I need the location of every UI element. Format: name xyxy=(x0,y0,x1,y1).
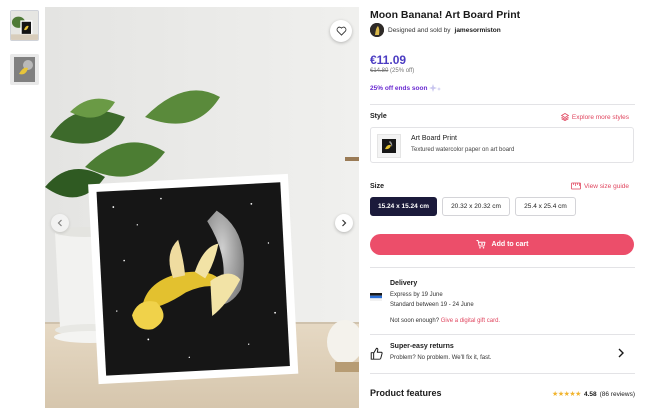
style-label: Style xyxy=(370,113,387,120)
returns-title: Super-easy returns xyxy=(390,343,454,350)
seller-prefix: Designed and sold by xyxy=(388,26,451,34)
divider xyxy=(370,267,635,268)
size-option-15[interactable]: 15.24 x 15.24 cm xyxy=(370,197,437,216)
style-thumbnail xyxy=(377,134,401,158)
delivery-title: Delivery xyxy=(390,280,418,287)
size-guide-label: View size guide xyxy=(583,182,629,190)
gift-prefix: Not soon enough? xyxy=(390,318,440,324)
style-name: Art Board Print xyxy=(411,135,457,142)
chevron-left-icon xyxy=(57,219,62,227)
divider xyxy=(370,334,635,335)
promo-text: 25% off ends soon xyxy=(370,84,428,92)
thumbnail-2-image xyxy=(10,54,39,85)
favorite-button[interactable] xyxy=(330,20,352,42)
returns-subtitle: Problem? No problem. We'll fix it, fast. xyxy=(390,355,492,361)
old-price-value: €14.80 xyxy=(370,68,389,74)
thumbnail-1[interactable] xyxy=(10,10,39,41)
divider xyxy=(370,104,635,105)
chevron-right-icon xyxy=(342,219,347,227)
discount-percentage: (25% off) xyxy=(390,68,415,74)
previous-image-button[interactable] xyxy=(51,214,69,232)
gift-card-link[interactable]: Give a digital gift card. xyxy=(441,318,500,324)
style-selector[interactable]: Art Board Print Textured watercolor pape… xyxy=(370,127,634,163)
product-photo xyxy=(45,7,359,408)
delivery-standard: Standard between 19 - 24 June xyxy=(390,302,474,308)
divider xyxy=(370,373,635,374)
size-label: Size xyxy=(370,183,385,190)
rating-summary[interactable]: ★★★★★ 4.58 (86 reviews) xyxy=(552,390,635,399)
thumbnail-1-image xyxy=(11,11,38,40)
rating-value: 4.58 xyxy=(583,390,597,398)
original-price: €14.80 (25% off) xyxy=(370,68,414,74)
next-image-button[interactable] xyxy=(335,214,353,232)
art-board-thumbnail-image xyxy=(378,135,400,157)
delivery-express: Express by 19 June xyxy=(390,292,443,298)
add-to-cart-button[interactable]: Add to cart xyxy=(370,234,634,255)
price: €11.09 xyxy=(370,53,407,67)
star-rating-icon: ★★★★★ xyxy=(552,391,581,398)
product-title: Moon Banana! Art Board Print xyxy=(370,9,521,21)
size-guide-link[interactable]: View size guide xyxy=(571,182,629,190)
promo-banner: 25% off ends soon xyxy=(370,84,442,92)
avatar-image xyxy=(370,23,384,37)
seller-info: Designed and sold by jamesormiston xyxy=(370,23,501,37)
add-to-cart-label: Add to cart xyxy=(491,241,529,248)
thumbnail-2[interactable] xyxy=(10,54,39,85)
sparkle-icon xyxy=(429,84,442,92)
size-option-25[interactable]: 25.4 x 25.4 cm xyxy=(515,197,576,216)
layers-icon xyxy=(560,113,569,121)
seller-avatar[interactable] xyxy=(370,23,384,37)
style-description: Textured watercolor paper on art board xyxy=(411,147,515,153)
chevron-right-icon[interactable] xyxy=(617,348,625,358)
seller-name-link[interactable]: jamesormiston xyxy=(455,27,501,34)
explore-styles-link[interactable]: Explore more styles xyxy=(560,113,629,121)
product-features-heading[interactable]: Product features xyxy=(370,388,442,398)
gift-card-prompt: Not soon enough? Give a digital gift car… xyxy=(390,318,500,324)
flag-icon xyxy=(370,293,382,301)
review-count: (86 reviews) xyxy=(599,390,635,398)
explore-styles-label: Explore more styles xyxy=(571,113,629,121)
heart-icon xyxy=(336,26,346,36)
size-option-20[interactable]: 20.32 x 20.32 cm xyxy=(442,197,510,216)
thumbs-up-icon xyxy=(370,347,383,360)
ruler-icon xyxy=(571,182,581,190)
cart-icon xyxy=(476,240,485,249)
product-image xyxy=(45,7,359,408)
